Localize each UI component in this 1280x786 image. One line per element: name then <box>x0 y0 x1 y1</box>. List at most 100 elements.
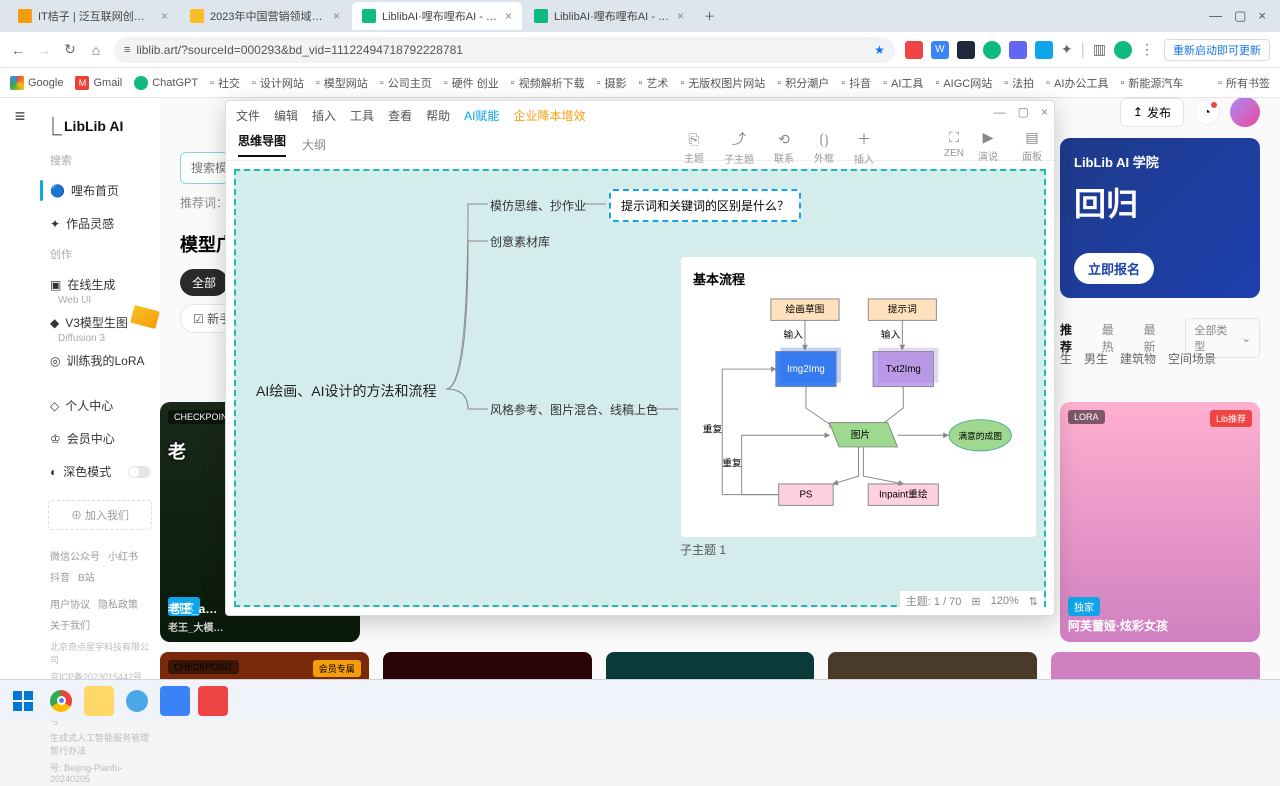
menu-icon[interactable]: ⋮ <box>1140 41 1154 58</box>
bookmark-folder[interactable]: ▫ 摄影 <box>597 75 627 91</box>
back-icon[interactable]: ← <box>10 42 26 58</box>
chip-all[interactable]: 全部 <box>180 269 228 296</box>
sidebar-item-profile[interactable]: ◇个人中心 <box>40 389 160 422</box>
promo-banner[interactable]: LibLib AI 学院 回归 立即报名 <box>1060 138 1260 298</box>
tool-subtopic[interactable]: ⤴子主题 <box>724 129 754 166</box>
zoom-level[interactable]: 120% <box>991 595 1019 607</box>
tool-topic[interactable]: ⎘主题 <box>684 131 704 165</box>
sidebar-item-dark[interactable]: ◐深色模式 <box>40 455 160 488</box>
sidebar-item-v3[interactable]: ◆V3模型生图 <box>40 306 160 339</box>
model-card[interactable]: CHECKPOINT会员专属 <box>160 652 369 679</box>
publish-button[interactable]: ↥发布 <box>1120 98 1184 127</box>
link[interactable]: 关于我们 <box>50 617 90 632</box>
model-card[interactable]: 独家AWPortrait WW <box>828 652 1037 679</box>
close-window-icon[interactable]: × <box>1258 8 1266 24</box>
sidebar-item-inspire[interactable]: ✦作品灵感 <box>40 207 160 240</box>
panel-icon[interactable]: ▥ <box>1093 41 1106 58</box>
ext-icon[interactable] <box>957 41 975 59</box>
app-icon[interactable] <box>160 686 190 716</box>
mindmap-canvas[interactable]: AI绘画、AI设计的方法和流程 模仿思维、抄作业 创意素材库 风格参考、图片混合… <box>234 169 1046 607</box>
close-icon[interactable]: × <box>161 9 168 23</box>
tool-frame[interactable]: ⟮⟯外框 <box>814 131 834 165</box>
bookmark[interactable]: Google <box>10 76 63 90</box>
bookmark-folder[interactable]: ▫ 模型网站 <box>316 75 368 91</box>
close-icon[interactable]: × <box>1041 105 1048 119</box>
model-card[interactable]: 独家阿芙蕾娅·炫彩女孩 <box>1051 652 1260 679</box>
tag[interactable]: 男生 <box>1084 350 1108 367</box>
minimize-icon[interactable]: — <box>1209 8 1222 24</box>
bookmark-folder[interactable]: ▫ 所有书签 <box>1218 75 1270 91</box>
map-icon[interactable]: ⊞ <box>971 595 980 608</box>
explorer-icon[interactable] <box>84 686 114 716</box>
close-icon[interactable]: × <box>677 9 684 23</box>
tag[interactable]: 空间场景 <box>1168 350 1216 367</box>
sidebar-item-lora[interactable]: ◎训练我的LoRA <box>40 344 160 377</box>
close-icon[interactable]: × <box>333 9 340 23</box>
menu-insert[interactable]: 插入 <box>312 107 336 124</box>
maximize-icon[interactable]: ▢ <box>1018 105 1029 119</box>
logo[interactable]: ⎿LibLib AI <box>40 106 160 146</box>
bookmark-folder[interactable]: ▫ 视频解析下载 <box>511 75 585 91</box>
bookmark-folder[interactable]: ▫ 公司主页 <box>380 75 432 91</box>
menu-view[interactable]: 查看 <box>388 107 412 124</box>
bookmark[interactable]: ChatGPT <box>134 76 198 90</box>
menu-corp[interactable]: 企业降本增效 <box>513 107 585 124</box>
bookmark-folder[interactable]: ▫ 积分潮户 <box>777 75 829 91</box>
start-icon[interactable] <box>8 686 38 716</box>
bookmark-folder[interactable]: ▫ AI办公工具 <box>1046 75 1108 91</box>
maximize-icon[interactable]: ▢ <box>1234 8 1246 24</box>
mindmap-subtopic[interactable]: 子主题 1 <box>680 541 726 558</box>
link[interactable]: 抖音 <box>50 569 70 584</box>
mindmap-branch[interactable]: 风格参考、图片混合、线稿上色 <box>490 401 658 418</box>
tag[interactable]: 建筑物 <box>1120 350 1156 367</box>
tag[interactable]: 生 <box>1060 350 1072 367</box>
browser-tab[interactable]: 2023年中国营销领域AIGC技术…× <box>180 2 350 30</box>
bookmark-folder[interactable]: ▫ 抖音 <box>841 75 871 91</box>
restart-button[interactable]: 重新启动即可更新 <box>1164 39 1270 61</box>
sidebar-item-home[interactable]: 🔵哩布首页 <box>40 174 160 207</box>
mindmap-node-selected[interactable]: 提示词和关键词的区别是什么？ <box>609 189 801 222</box>
notification-icon[interactable]: ◔ <box>1194 99 1220 125</box>
star-icon[interactable]: ★ <box>874 43 885 57</box>
bookmark-folder[interactable]: ▫ 法拍 <box>1004 75 1034 91</box>
browser-tab[interactable]: LiblibAI·哩布哩布AI - 中国领…× <box>524 2 694 30</box>
url-input[interactable]: ≡ liblib.art/?sourceId=000293&bd_vid=111… <box>114 37 895 63</box>
bookmark-folder[interactable]: ▫ 设计网站 <box>252 75 304 91</box>
tool-present[interactable]: ▶演说 <box>978 129 998 163</box>
puzzle-icon[interactable]: ✦ <box>1061 41 1073 58</box>
new-tab-button[interactable]: ＋ <box>696 2 723 30</box>
bookmark-folder[interactable]: ▫ 硬件 创业 <box>444 75 499 91</box>
app-icon[interactable] <box>198 686 228 716</box>
link[interactable]: 小红书 <box>108 548 138 563</box>
tool-relation[interactable]: ⟲联系 <box>774 131 794 165</box>
ext-icon[interactable] <box>1009 41 1027 59</box>
refresh-icon[interactable]: ↻ <box>62 42 78 58</box>
profile-icon[interactable] <box>1114 41 1132 59</box>
mindmap-root[interactable]: AI绘画、AI设计的方法和流程 <box>256 381 436 401</box>
tab-outline[interactable]: 大纲 <box>302 136 326 153</box>
chrome-icon[interactable] <box>46 686 76 716</box>
browser-tab-active[interactable]: LiblibAI·哩布哩布AI - 中国领先…× <box>352 2 522 30</box>
bookmark-folder[interactable]: ▫ 社交 <box>210 75 240 91</box>
promo-cta[interactable]: 立即报名 <box>1074 253 1154 284</box>
bookmark-folder[interactable]: ▫ AI工具 <box>883 75 923 91</box>
join-button[interactable]: ⊕ 加入我们 <box>48 500 152 530</box>
ext-icon[interactable] <box>1035 41 1053 59</box>
link[interactable]: B站 <box>78 569 95 584</box>
link[interactable]: 用户协议 <box>50 596 90 611</box>
menu-tools[interactable]: 工具 <box>350 107 374 124</box>
app-icon[interactable] <box>122 686 152 716</box>
close-icon[interactable]: × <box>505 9 512 23</box>
ext-icon[interactable] <box>983 41 1001 59</box>
tab-mindmap[interactable]: 思维导图 <box>238 132 286 157</box>
link[interactable]: 微信公众号 <box>50 548 100 563</box>
minimize-icon[interactable]: — <box>994 105 1006 119</box>
model-card[interactable]: LORA Lib推荐 独家 阿芙蕾娅·炫彩女孩 <box>1060 402 1260 642</box>
tool-zen[interactable]: ⛶ZEN <box>944 129 964 163</box>
bookmark-folder[interactable]: ▫ 新能源汽车 <box>1120 75 1183 91</box>
sidebar-item-vip[interactable]: ♔会员中心 <box>40 422 160 455</box>
toggle[interactable] <box>128 466 150 478</box>
avatar[interactable] <box>1230 98 1260 127</box>
menu-edit[interactable]: 编辑 <box>274 107 298 124</box>
menu-ai[interactable]: AI赋能 <box>464 107 499 124</box>
